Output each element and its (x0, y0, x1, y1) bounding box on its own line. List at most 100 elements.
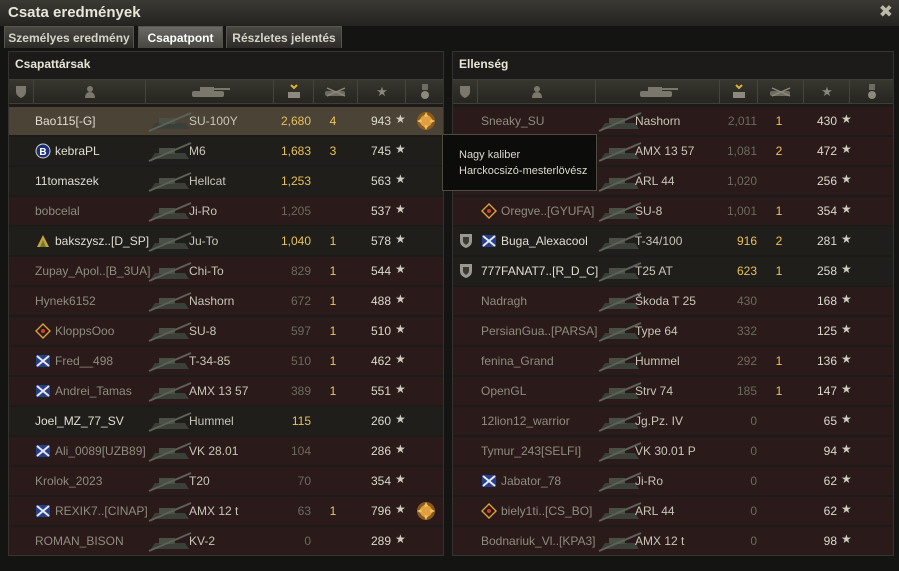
frags-col-icon[interactable] (313, 80, 358, 103)
player-name[interactable]: Joel_MZ_77_SV (35, 414, 124, 428)
table-row[interactable]: REXIK7..[CINAP] AMX 12 t 63 1 796 ★ (9, 497, 443, 525)
table-row[interactable]: Ali_0089[UZB89] VK 28.01 104 286 ★ (9, 437, 443, 465)
tank-name: Ji-Ro (635, 474, 664, 488)
tank-name: Strv 74 (635, 384, 674, 398)
table-row[interactable]: Nadragh Škoda T 25 430 168 ★ (453, 287, 893, 315)
player-name[interactable]: PersianGua..[PARSA] (481, 324, 598, 338)
player-name[interactable]: Oregve..[GYUFA] (501, 204, 594, 218)
player-name[interactable]: 12lion12_warrior (481, 414, 570, 428)
player-name[interactable]: bobcelal (35, 204, 80, 218)
player-col-icon[interactable] (33, 80, 146, 103)
table-row[interactable]: ROMAN_BISON KV-2 0 289 ★ (9, 527, 443, 555)
player-name[interactable]: Bao115[-G] (35, 114, 95, 128)
player-name[interactable]: Nadragh (481, 294, 527, 308)
player-name[interactable]: bakszysz..[D_SP] (55, 234, 149, 248)
player-name[interactable]: Buga_Alexacool (501, 234, 588, 248)
player-name[interactable]: Fred__498 (55, 354, 113, 368)
tank-name: T20 (189, 474, 210, 488)
xp-value: 281 (816, 234, 837, 248)
damage-col-icon[interactable] (719, 80, 758, 103)
medal-col-icon[interactable] (405, 80, 444, 103)
table-row[interactable]: Tymur_243[SELFI] VK 30.01 P 0 94 ★ (453, 437, 893, 465)
table-row[interactable]: OpenGL Strv 74 185 1 147 ★ (453, 377, 893, 405)
table-row[interactable]: 12lion12_warrior Jg.Pz. IV 0 65 ★ (453, 407, 893, 435)
player-name[interactable]: Ali_0089[UZB89] (55, 444, 146, 458)
table-row[interactable]: Sneaky_SU Nashorn 2,011 1 430 ★ (453, 107, 893, 135)
table-row[interactable]: Fred__498 T-34-85 510 1 462 ★ (9, 347, 443, 375)
vehicle-col-icon[interactable] (145, 80, 274, 103)
table-row[interactable]: Buga_Alexacool T-34/100 916 2 281 ★ (453, 227, 893, 255)
damage-value: 1,020 (726, 174, 757, 188)
tank-icon (147, 109, 193, 133)
table-row[interactable]: fenina_Grand Hummel 292 1 136 ★ (453, 347, 893, 375)
star-icon: ★ (841, 352, 852, 366)
star-icon: ★ (395, 322, 406, 336)
medal-icon[interactable] (415, 500, 437, 522)
medal-col-icon[interactable] (849, 80, 894, 103)
medal-icon[interactable] (415, 110, 437, 132)
star-icon: ★ (395, 112, 406, 126)
tank-icon (147, 289, 193, 313)
damage-value: 0 (304, 534, 311, 548)
tab-detailed-report[interactable]: Részletes jelentés (226, 26, 342, 48)
squad-col-icon[interactable] (453, 80, 477, 103)
player-name[interactable]: ROMAN_BISON (35, 534, 124, 548)
tank-icon (147, 469, 193, 493)
player-col-icon[interactable] (477, 80, 596, 103)
xp-value: 62 (823, 474, 837, 488)
table-row[interactable]: 11tomaszek Hellcat 1,253 563 ★ (9, 167, 443, 195)
table-row[interactable]: Krolok_2023 T20 70 354 ★ (9, 467, 443, 495)
player-name[interactable]: kebraPL (55, 144, 100, 158)
player-name[interactable]: 11tomaszek (35, 174, 99, 188)
player-name[interactable]: biely1ti..[CS_BO] (501, 504, 592, 518)
player-name[interactable]: Zupay_Apol..[B_3UA] (35, 264, 150, 278)
player-name[interactable]: Bodnariuk_Vl..[KPA3] (481, 534, 596, 548)
player-name[interactable]: Krolok_2023 (35, 474, 102, 488)
frags-value: 1 (329, 354, 337, 368)
player-name[interactable]: 777FANAT7..[R_D_C] (481, 264, 598, 278)
squad-col-icon[interactable] (9, 80, 33, 103)
tank-icon (147, 409, 193, 433)
player-name[interactable]: Sneaky_SU (481, 114, 544, 128)
player-name[interactable]: Hynek6152 (35, 294, 96, 308)
damage-col-icon[interactable] (273, 80, 314, 103)
table-row[interactable]: Joel_MZ_77_SV Hummel 115 260 ★ (9, 407, 443, 435)
table-row[interactable]: Bodnariuk_Vl..[KPA3] AMX 12 t 0 98 ★ (453, 527, 893, 555)
table-row[interactable]: bobcelal Ji-Ro 1,205 537 ★ (9, 197, 443, 225)
table-row[interactable]: Jabator_78 Ji-Ro 0 62 ★ (453, 467, 893, 495)
player-name[interactable]: Tymur_243[SELFI] (481, 444, 581, 458)
tank-icon (147, 169, 193, 193)
xp-value: 745 (370, 144, 391, 158)
frags-value: 1 (775, 354, 783, 368)
table-row[interactable]: bakszysz..[D_SP] Ju-To 1,040 1 578 ★ (9, 227, 443, 255)
xp-col-icon[interactable]: ★ (357, 80, 406, 103)
window-titlebar: Csata eredmények ✖ (0, 0, 899, 26)
player-name[interactable]: Andrei_Tamas (55, 384, 132, 398)
frags-value: 1 (775, 384, 783, 398)
table-row[interactable]: Bao115[-G] SU-100Y 2,680 4 943 ★ (9, 107, 443, 135)
player-name[interactable]: REXIK7..[CINAP] (55, 504, 148, 518)
table-row[interactable]: 777FANAT7..[R_D_C] T25 AT 623 1 258 ★ (453, 257, 893, 285)
table-row[interactable]: biely1ti..[CS_BO] ARL 44 0 62 ★ (453, 497, 893, 525)
close-icon[interactable]: ✖ (879, 3, 893, 21)
table-row[interactable]: Zupay_Apol..[B_3UA] Chi-To 829 1 544 ★ (9, 257, 443, 285)
player-name[interactable]: OpenGL (481, 384, 526, 398)
tab-team-score[interactable]: Csapatpont (138, 26, 223, 48)
table-row[interactable]: Hynek6152 Nashorn 672 1 488 ★ (9, 287, 443, 315)
vehicle-col-icon[interactable] (595, 80, 720, 103)
allies-title: Csapattársak (15, 57, 91, 71)
table-row[interactable]: PersianGua..[PARSA] Type 64 332 125 ★ (453, 317, 893, 345)
player-name[interactable]: fenina_Grand (481, 354, 554, 368)
table-row[interactable]: BkebraPL M6 1,683 3 745 ★ (9, 137, 443, 165)
damage-value: 1,001 (726, 204, 757, 218)
tab-personal-result[interactable]: Személyes eredmény (4, 26, 134, 48)
table-row[interactable]: Andrei_Tamas AMX 13 57 389 1 551 ★ (9, 377, 443, 405)
frags-col-icon[interactable] (757, 80, 804, 103)
xp-col-icon[interactable]: ★ (803, 80, 850, 103)
table-row[interactable]: Oregve..[GYUFA] SU-8 1,001 1 354 ★ (453, 197, 893, 225)
player-name[interactable]: Jabator_78 (501, 474, 561, 488)
table-row[interactable]: KloppsOoo SU-8 597 1 510 ★ (9, 317, 443, 345)
player-name[interactable]: KloppsOoo (55, 324, 114, 338)
star-icon: ★ (395, 172, 406, 186)
star-icon: ★ (395, 202, 406, 216)
